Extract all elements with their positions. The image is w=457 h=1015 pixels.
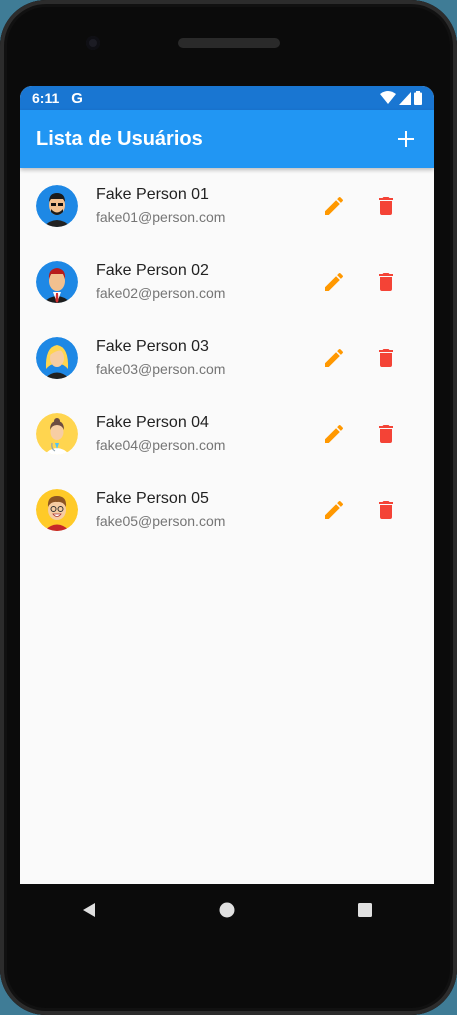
user-email: fake02@person.com [96,285,226,301]
avatar [36,185,78,227]
status-bar: 6:11 G [20,86,434,110]
user-name: Fake Person 03 [96,338,209,355]
page-title: Lista de Usuários [36,127,203,150]
list-item: Fake Person 04 fake04@person.com [20,396,434,472]
back-icon[interactable] [80,901,98,919]
list-item: Fake Person 02 fake02@person.com [20,244,434,320]
battery-icon [414,91,422,105]
delete-icon[interactable] [374,498,398,522]
user-email: fake04@person.com [96,437,226,453]
user-email: fake03@person.com [96,361,226,377]
delete-icon[interactable] [374,194,398,218]
avatar [36,261,78,303]
signal-icon [399,91,411,105]
google-icon: G [71,89,83,107]
app-bar: Lista de Usuários [20,110,434,168]
list-item: Fake Person 05 fake05@person.com [20,472,434,548]
user-email: fake05@person.com [96,513,226,529]
list-item: Fake Person 03 fake03@person.com [20,320,434,396]
recents-icon[interactable] [356,901,374,919]
delete-icon[interactable] [374,422,398,446]
user-name: Fake Person 01 [96,186,209,203]
delete-icon[interactable] [374,270,398,294]
avatar [36,489,78,531]
home-icon[interactable] [218,901,236,919]
add-icon[interactable] [394,127,418,151]
status-time: 6:11 [32,90,60,106]
wifi-icon [380,91,396,104]
user-name: Fake Person 04 [96,414,209,431]
user-email: fake01@person.com [96,209,226,225]
edit-icon[interactable] [322,422,346,446]
earpiece-speaker [178,38,280,48]
screen: 6:11 G Lista de Usuários Fake Person 01 … [20,86,434,884]
delete-icon[interactable] [374,346,398,370]
list-item: Fake Person 01 fake01@person.com [20,168,434,244]
user-name: Fake Person 02 [96,262,209,279]
avatar [36,337,78,379]
front-camera [86,36,100,50]
avatar [36,413,78,455]
edit-icon[interactable] [322,498,346,522]
user-list: Fake Person 01 fake01@person.com Fake Pe… [20,168,434,548]
edit-icon[interactable] [322,270,346,294]
edit-icon[interactable] [322,346,346,370]
phone-frame: 6:11 G Lista de Usuários Fake Person 01 … [0,0,457,1015]
navigation-bar [20,884,434,936]
user-name: Fake Person 05 [96,490,209,507]
edit-icon[interactable] [322,194,346,218]
status-icons [380,91,422,105]
